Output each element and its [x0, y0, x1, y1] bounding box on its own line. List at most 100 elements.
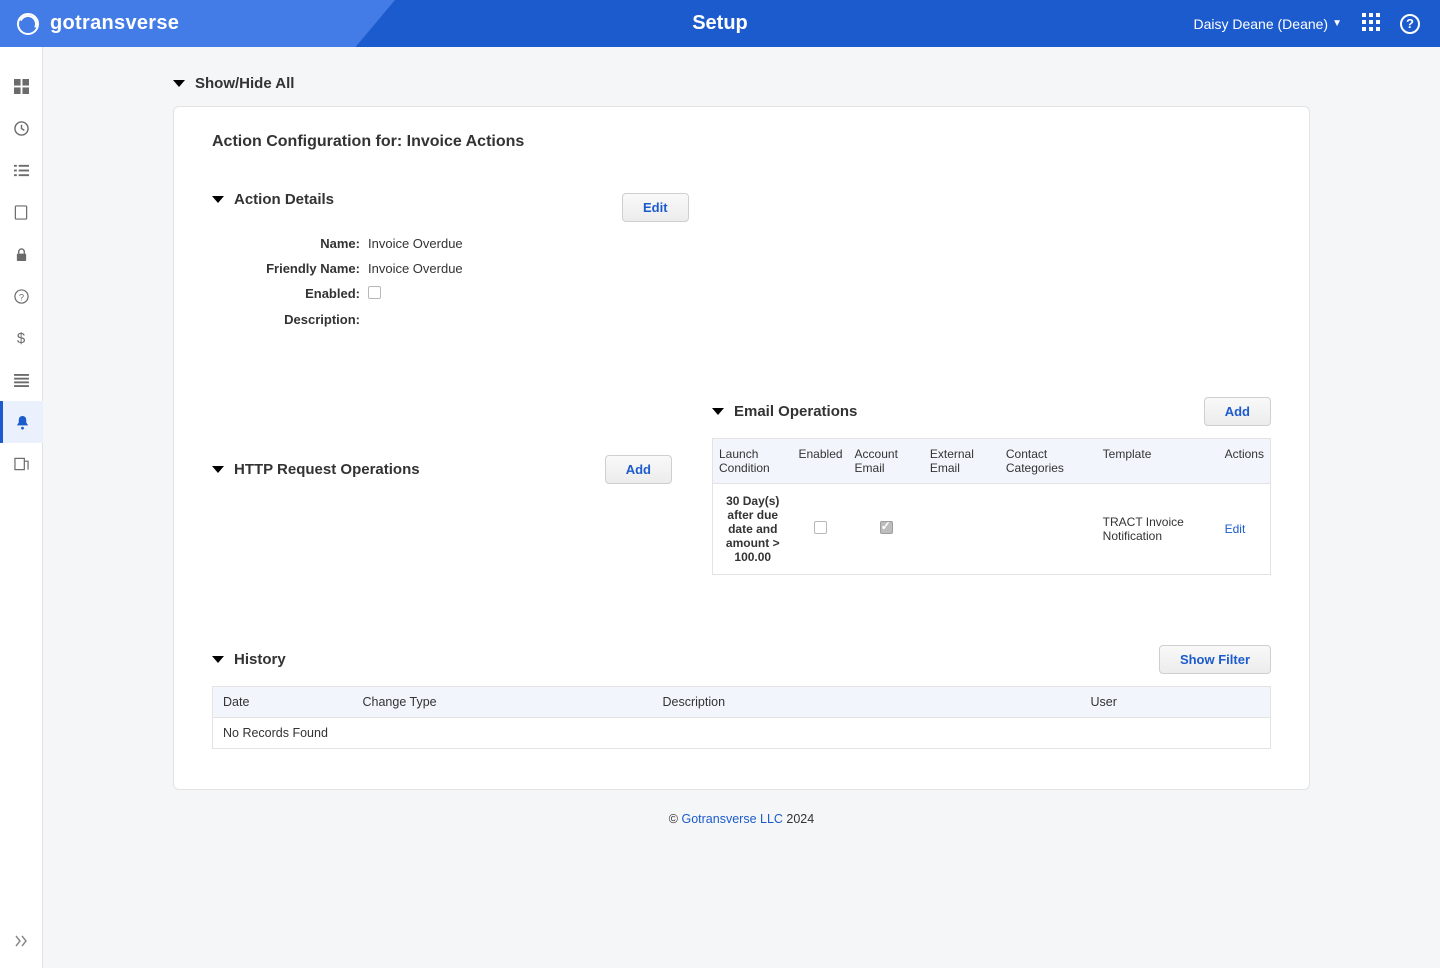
- http-ops-title: HTTP Request Operations: [234, 461, 420, 478]
- col-template[interactable]: Template: [1097, 439, 1219, 484]
- col-contact-categories[interactable]: Contact Categories: [1000, 439, 1097, 484]
- col-description[interactable]: Description: [653, 687, 1081, 718]
- sidebar-item-security[interactable]: [0, 233, 43, 275]
- copyright-symbol: ©: [669, 812, 678, 826]
- caret-down-icon: [712, 408, 724, 415]
- show-filter-button[interactable]: Show Filter: [1159, 645, 1271, 674]
- add-email-op-button[interactable]: Add: [1204, 397, 1271, 426]
- cell-account-email: [849, 484, 924, 575]
- action-details-section: Action Details Name: Invoice Overdue Fri…: [212, 191, 1271, 337]
- col-launch[interactable]: Launch Condition: [713, 439, 793, 484]
- caret-down-icon: [212, 466, 224, 473]
- footer-year: 2024: [786, 812, 814, 826]
- action-details-fields: Name: Invoice Overdue Friendly Name: Inv…: [212, 208, 592, 327]
- no-records: No Records Found: [213, 718, 1271, 749]
- dollar-icon: $: [17, 330, 25, 347]
- enabled-checkbox: [368, 286, 381, 299]
- sidebar: ? $: [0, 47, 43, 968]
- caret-down-icon: ▼: [1332, 18, 1342, 29]
- cell-contact-categories: [1000, 484, 1097, 575]
- sidebar-item-reports[interactable]: [0, 443, 43, 485]
- email-ops-table: Launch Condition Enabled Account Email E…: [712, 438, 1271, 575]
- sidebar-item-notifications[interactable]: [0, 401, 43, 443]
- edit-action-button[interactable]: Edit: [622, 193, 689, 222]
- col-enabled[interactable]: Enabled: [793, 439, 849, 484]
- help-circle-icon: ?: [14, 289, 29, 304]
- sidebar-item-history[interactable]: [0, 107, 43, 149]
- cell-enabled: [793, 484, 849, 575]
- cell-actions: Edit: [1219, 484, 1271, 575]
- list-icon: [14, 163, 29, 178]
- email-ops-header[interactable]: Email Operations: [712, 403, 857, 420]
- sidebar-item-help[interactable]: ?: [0, 275, 43, 317]
- col-account-email[interactable]: Account Email: [849, 439, 924, 484]
- page-title: Setup: [692, 12, 748, 35]
- table-header-row: Launch Condition Enabled Account Email E…: [713, 439, 1271, 484]
- sidebar-expand[interactable]: [14, 935, 28, 950]
- col-user[interactable]: User: [1081, 687, 1271, 718]
- chevron-right-icon: [14, 935, 28, 947]
- footer: © Gotransverse LLC 2024: [173, 790, 1310, 826]
- history-table: Date Change Type Description User No Rec…: [212, 686, 1271, 749]
- cell-external-email: [924, 484, 1000, 575]
- bell-icon: [15, 415, 30, 430]
- cell-template: TRACT Invoice Notification: [1097, 484, 1219, 575]
- history-header[interactable]: History: [212, 651, 286, 668]
- footer-link[interactable]: Gotransverse LLC: [681, 812, 782, 826]
- col-date[interactable]: Date: [213, 687, 353, 718]
- sidebar-item-page[interactable]: [0, 191, 43, 233]
- top-bar: gotransverse Setup Daisy Deane (Deane) ▼…: [0, 0, 1440, 47]
- panel-title: Action Configuration for: Invoice Action…: [212, 133, 1271, 151]
- brand[interactable]: gotransverse: [0, 12, 179, 36]
- page-icon: [14, 205, 28, 220]
- main-content: Show/Hide All Action Configuration for: …: [43, 47, 1440, 968]
- show-hide-label: Show/Hide All: [195, 75, 294, 92]
- lines-icon: [14, 374, 29, 387]
- http-ops-section: HTTP Request Operations Add: [212, 397, 672, 484]
- brand-text: gotransverse: [50, 12, 179, 35]
- table-row-empty: No Records Found: [213, 718, 1271, 749]
- report-icon: [14, 457, 29, 471]
- grid-icon: [14, 79, 29, 94]
- sidebar-item-dashboard[interactable]: [0, 65, 43, 107]
- user-name: Daisy Deane (Deane): [1193, 16, 1328, 32]
- action-details-header[interactable]: Action Details: [212, 191, 592, 208]
- config-panel: Action Configuration for: Invoice Action…: [173, 106, 1310, 790]
- friendly-name-value: Invoice Overdue: [368, 261, 463, 276]
- caret-down-icon: [212, 656, 224, 663]
- col-change-type[interactable]: Change Type: [353, 687, 653, 718]
- user-menu[interactable]: Daisy Deane (Deane) ▼: [1193, 16, 1342, 32]
- friendly-name-label: Friendly Name:: [248, 261, 368, 276]
- table-row: 30 Day(s) after due date and amount > 10…: [713, 484, 1271, 575]
- brand-logo-icon: [16, 12, 40, 36]
- enabled-label: Enabled:: [248, 286, 368, 302]
- col-external-email[interactable]: External Email: [924, 439, 1000, 484]
- svg-text:?: ?: [18, 292, 23, 302]
- help-icon[interactable]: ?: [1400, 14, 1420, 34]
- show-hide-all[interactable]: Show/Hide All: [173, 47, 1310, 106]
- sidebar-item-lines[interactable]: [0, 359, 43, 401]
- clock-icon: [14, 121, 29, 136]
- history-title: History: [234, 651, 286, 668]
- caret-down-icon: [173, 80, 185, 87]
- action-details-title: Action Details: [234, 191, 334, 208]
- table-header-row: Date Change Type Description User: [213, 687, 1271, 718]
- edit-email-op-link[interactable]: Edit: [1225, 522, 1246, 536]
- col-actions[interactable]: Actions: [1219, 439, 1271, 484]
- sidebar-item-billing[interactable]: $: [0, 317, 43, 359]
- row-enabled-checkbox: [814, 521, 827, 534]
- row-account-email-checkbox: [880, 521, 893, 534]
- lock-icon: [15, 247, 28, 262]
- history-section-header-row: History Show Filter: [212, 645, 1271, 674]
- operations-row: HTTP Request Operations Add Email Operat…: [212, 397, 1271, 575]
- email-ops-section: Email Operations Add Launch Condition En…: [712, 397, 1271, 575]
- caret-down-icon: [212, 196, 224, 203]
- http-ops-header[interactable]: HTTP Request Operations: [212, 461, 420, 478]
- description-label: Description:: [248, 312, 368, 327]
- cell-launch: 30 Day(s) after due date and amount > 10…: [713, 484, 793, 575]
- sidebar-item-list[interactable]: [0, 149, 43, 191]
- name-label: Name:: [248, 236, 368, 251]
- name-value: Invoice Overdue: [368, 236, 463, 251]
- add-http-op-button[interactable]: Add: [605, 455, 672, 484]
- apps-grid-icon[interactable]: [1362, 13, 1380, 34]
